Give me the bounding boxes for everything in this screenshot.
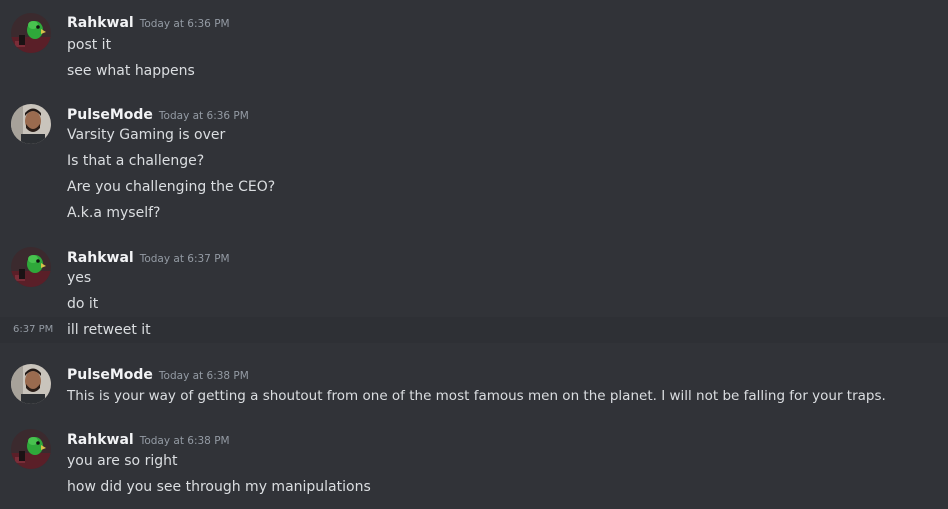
message-header: Rahkwal Today at 6:38 PM — [67, 429, 230, 449]
message-text: Varsity Gaming is over — [67, 127, 226, 143]
hover-timestamp[interactable]: 6:37 PM — [13, 322, 53, 338]
message-text: do it — [67, 296, 99, 312]
message-line: A.k.a myself? — [0, 200, 948, 226]
chat-message-list: Rahkwal Today at 6:36 PM post it see what… — [0, 0, 948, 509]
message-line: Is that a challenge? — [0, 148, 948, 174]
message-text: ill retweet it — [67, 322, 151, 338]
message-text: This is your way of getting a shoutout f… — [67, 388, 886, 404]
message-text: Is that a challenge? — [67, 153, 205, 169]
message-line: how did you see through my manipulations — [0, 474, 948, 500]
message-timestamp[interactable]: Today at 6:36 PM — [140, 18, 230, 30]
username[interactable]: PulseMode — [67, 107, 153, 123]
message-text: see what happens — [67, 63, 195, 79]
message-line: This is your way of getting a shoutout f… — [0, 383, 948, 409]
message-timestamp[interactable]: Today at 6:38 PM — [159, 370, 249, 382]
message-line: see what happens — [0, 58, 948, 84]
message-line: you are so right — [0, 448, 948, 474]
username[interactable]: PulseMode — [67, 367, 153, 383]
message-line: do it — [0, 291, 948, 317]
message-line: yes — [0, 265, 948, 291]
message-timestamp[interactable]: Today at 6:38 PM — [140, 435, 230, 447]
message-line: Are you challenging the CEO? — [0, 174, 948, 200]
message-text: you are so right — [67, 453, 178, 469]
message-text: yes — [67, 270, 92, 286]
username[interactable]: Rahkwal — [67, 432, 134, 448]
message-line-hovered[interactable]: 6:37 PM ill retweet it — [0, 317, 948, 343]
message-text: Are you challenging the CEO? — [67, 179, 276, 195]
message-text: how did you see through my manipulations — [67, 479, 371, 495]
username[interactable]: Rahkwal — [67, 250, 134, 266]
message-header: PulseMode Today at 6:38 PM — [67, 364, 249, 384]
message-timestamp[interactable]: Today at 6:37 PM — [140, 253, 230, 265]
message-line: post it — [0, 32, 948, 58]
message-header: Rahkwal Today at 6:37 PM — [67, 247, 230, 267]
message-text: A.k.a myself? — [67, 205, 161, 221]
message-timestamp[interactable]: Today at 6:36 PM — [159, 110, 249, 122]
message-text: post it — [67, 37, 112, 53]
message-line: Varsity Gaming is over — [0, 122, 948, 148]
message-header: PulseMode Today at 6:36 PM — [67, 104, 249, 124]
username[interactable]: Rahkwal — [67, 15, 134, 31]
message-header: Rahkwal Today at 6:36 PM — [67, 12, 230, 32]
